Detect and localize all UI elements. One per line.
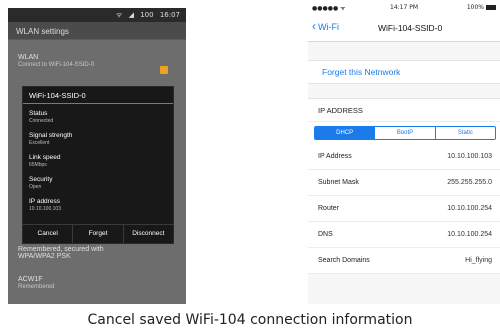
status-field: Status Connected: [29, 110, 54, 124]
android-screenshot: ᯤ ◢ 100 16:07 WLAN settings WLAN Connect…: [8, 8, 186, 304]
segment-static[interactable]: Static: [435, 127, 495, 139]
figure-caption: Cancel saved WiFi-104 connection informa…: [87, 312, 413, 328]
forget-network-button[interactable]: Forget this Netnwork: [308, 61, 500, 77]
table-row: Router 10.10.100.254: [308, 196, 500, 222]
ip-mode-segment-wrap: DHCP BootP Static: [308, 122, 500, 144]
ip-address-section: IP ADDRESS DHCP BootP Static IP Address …: [308, 98, 500, 274]
battery-icon: [486, 5, 496, 10]
battery-indicator: 100%: [467, 4, 496, 11]
segment-dhcp[interactable]: DHCP: [315, 127, 376, 139]
security-field: Security Open: [29, 176, 53, 190]
ios-screenshot: ●●●●● ᯤ 14:17 PM 100% ‹ Wi-Fi WiFi-104-SS…: [308, 0, 500, 304]
segment-bootp[interactable]: BootP: [375, 127, 436, 139]
navigation-bar: ‹ Wi-Fi WiFi-104-SSID-0: [308, 14, 500, 42]
signal-icon: ◢: [128, 11, 134, 19]
table-row: IP Address 10.10.100.103: [308, 144, 500, 170]
list-item[interactable]: WLAN Connect to WiFi-104-SSID-0: [18, 54, 176, 68]
back-button[interactable]: ‹ Wi-Fi: [312, 19, 339, 33]
status-time: 16:07: [159, 11, 180, 19]
table-row: Search Domains Hi_flying: [308, 248, 500, 274]
network-details-dialog: WiFi-104-SSID-0 Status Connected Signal …: [22, 86, 174, 244]
wifi-icon: ᯤ: [115, 11, 123, 19]
page-title: WiFi-104-SSID-0: [378, 23, 443, 33]
wlan-toggle-indicator[interactable]: [160, 66, 168, 74]
disconnect-button[interactable]: Disconnect: [124, 225, 173, 243]
ip-mode-segmented-control: DHCP BootP Static: [314, 126, 496, 140]
ip-address-field: IP address 10.10.100.103: [29, 198, 61, 212]
wlan-settings-title: WLAN settings: [8, 22, 186, 40]
dialog-title: WiFi-104-SSID-0: [23, 87, 173, 104]
ios-status-bar: ●●●●● ᯤ 14:17 PM 100%: [308, 0, 500, 14]
table-row: DNS 10.10.100.254: [308, 222, 500, 248]
battery-level: 100: [140, 11, 154, 19]
dialog-button-bar: Cancel Forget Disconnect: [23, 224, 173, 243]
link-speed-field: Link speed 65Mbps: [29, 154, 61, 168]
table-row: Subnet Mask 255.255.255.0: [308, 170, 500, 196]
list-item[interactable]: Remembered, secured with WPA/WPA2 PSK: [18, 246, 128, 260]
cancel-button[interactable]: Cancel: [23, 225, 74, 243]
list-item[interactable]: ACW1F Remembered: [18, 276, 176, 290]
signal-strength-field: Signal strength Excellent: [29, 132, 73, 146]
chevron-left-icon: ‹: [312, 19, 316, 33]
forget-network-cell: Forget this Netnwork: [308, 60, 500, 84]
section-header: IP ADDRESS: [308, 99, 500, 122]
android-status-bar: ᯤ ◢ 100 16:07: [8, 8, 186, 22]
forget-button[interactable]: Forget: [73, 225, 124, 243]
